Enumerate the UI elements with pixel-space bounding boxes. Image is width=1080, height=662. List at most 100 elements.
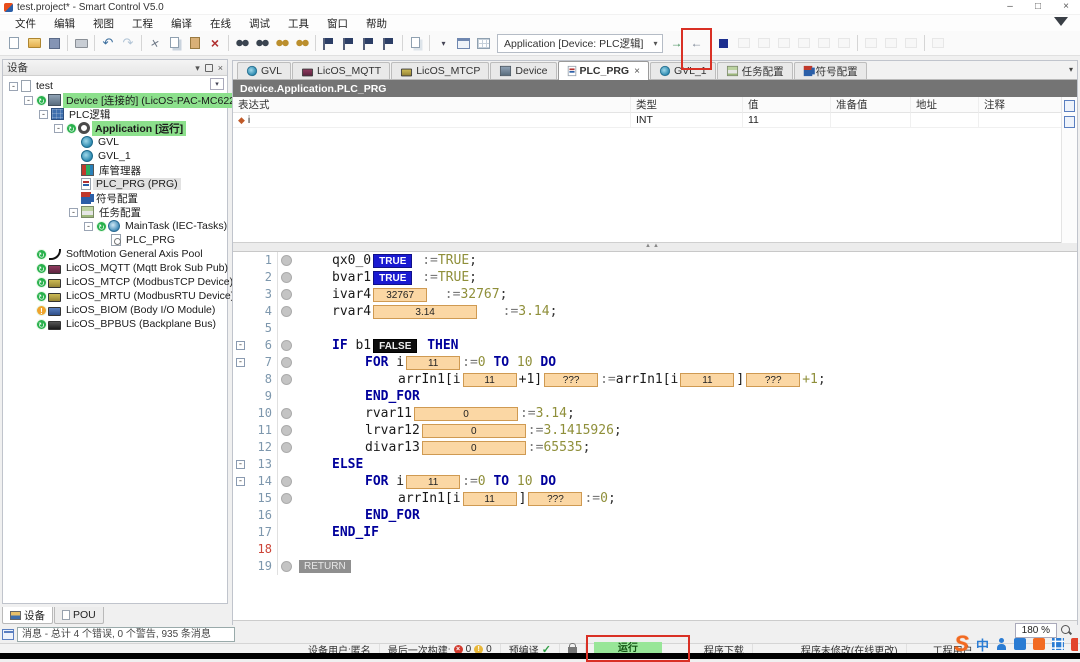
tree-item-Device[interactable]: Device [连接的] (LicOS-PAC-MC622)	[5, 93, 227, 107]
tab-close-icon[interactable]: ×	[634, 66, 640, 77]
code-line-1[interactable]: 1qx0_0TRUE :=TRUE;	[233, 252, 1077, 269]
menu-文件[interactable]: 文件	[6, 15, 45, 32]
inline-value-number[interactable]: 0	[414, 407, 518, 421]
code-line-18[interactable]: 18	[233, 541, 1077, 558]
inline-value-number[interactable]: 11	[680, 373, 734, 387]
tab-符号配置[interactable]: 符号配置	[794, 62, 867, 79]
fold-collapse-icon[interactable]	[236, 358, 245, 367]
collapse-icon[interactable]	[54, 124, 63, 133]
tab-Device[interactable]: Device	[490, 62, 556, 79]
step-out-icon[interactable]	[815, 34, 833, 52]
tree-item-PLC_PRG[interactable]: PLC_PRG (PRG)	[5, 177, 227, 191]
grid-view-icon[interactable]	[474, 34, 492, 52]
code-line-17[interactable]: 17END_IF	[233, 524, 1077, 541]
breakpoint-slot-icon[interactable]	[281, 255, 292, 266]
pou-dropdown-icon[interactable]	[434, 34, 452, 52]
breakpoint-slot-icon[interactable]	[281, 374, 292, 385]
tree-item-LicOS_MQTT[interactable]: LicOS_MQTT (Mqtt Brok Sub Pub)	[5, 261, 227, 275]
collapse-icon[interactable]	[24, 96, 33, 105]
menu-编译[interactable]: 编译	[162, 15, 201, 32]
code-line-11[interactable]: 11lrvar120:=3.1415926;	[233, 422, 1077, 439]
breakpoint-slot-icon[interactable]	[281, 340, 292, 351]
code-line-2[interactable]: 2bvar1TRUE :=TRUE;	[233, 269, 1077, 286]
menu-帮助[interactable]: 帮助	[357, 15, 396, 32]
bookmark-next-icon[interactable]	[340, 34, 358, 52]
inline-value-number[interactable]: 0	[422, 441, 526, 455]
menu-在线[interactable]: 在线	[201, 15, 240, 32]
code-line-8[interactable]: 8arrIn1[i11+1]???:=arrIn1[i11]???+1;	[233, 371, 1077, 388]
copy-icon[interactable]	[166, 34, 184, 52]
watch-cell[interactable]: ◆i	[233, 113, 631, 128]
stop-icon[interactable]	[715, 34, 733, 52]
tab-overflow-icon[interactable]: ▾	[1069, 65, 1073, 74]
step-into-icon[interactable]	[795, 34, 813, 52]
splitter[interactable]: ▲▲	[233, 243, 1077, 252]
bottom-tab-设备[interactable]: 设备	[2, 607, 53, 624]
code-line-7[interactable]: 7FOR i11:=0 TO 10 DO	[233, 354, 1077, 371]
tab-LicOS_MQTT[interactable]: LicOS_MQTT	[292, 62, 390, 79]
inline-value-number[interactable]: ???	[746, 373, 800, 387]
splitter-handle-icon[interactable]: ▲▲	[645, 243, 661, 249]
force-values-icon[interactable]	[902, 34, 920, 52]
tree-item-LicOS_BIOM[interactable]: LicOS_BIOM (Body I/O Module)	[5, 303, 227, 317]
multi-copy-icon[interactable]	[407, 34, 425, 52]
close-button[interactable]: ×	[1052, 0, 1080, 15]
pin-icon[interactable]	[205, 64, 213, 72]
tree-item-Application[interactable]: Application [运行]	[5, 121, 227, 135]
redo-icon[interactable]	[119, 34, 137, 52]
tab-LicOS_MTCP[interactable]: LicOS_MTCP	[391, 62, 489, 79]
inline-value-number[interactable]: 3.14	[373, 305, 477, 319]
inline-value-number[interactable]: 11	[406, 356, 460, 370]
tree-item-MainTask[interactable]: MainTask (IEC-Tasks)	[5, 219, 227, 233]
tray-grid-icon[interactable]	[1052, 638, 1064, 650]
inline-value-number[interactable]: 32767	[373, 288, 427, 302]
login-icon[interactable]	[668, 34, 686, 52]
tray-orange-app-icon[interactable]	[1033, 638, 1045, 650]
step-over-icon[interactable]	[775, 34, 793, 52]
paste-icon[interactable]	[186, 34, 204, 52]
tab-GVL_1[interactable]: GVL_1	[650, 62, 716, 79]
tray-app-logo-icon[interactable]: S	[954, 633, 969, 655]
tree-item-库管理器[interactable]: 库管理器	[5, 163, 227, 177]
fold-collapse-icon[interactable]	[236, 341, 245, 350]
inline-value-number[interactable]: 11	[406, 475, 460, 489]
breakpoint-slot-icon[interactable]	[281, 306, 292, 317]
ime-icon[interactable]: 中	[976, 635, 989, 654]
code-line-9[interactable]: 9END_FOR	[233, 388, 1077, 405]
watch-cell[interactable]	[831, 113, 911, 128]
tree-item-PLC逻辑[interactable]: PLC逻辑	[5, 107, 227, 121]
code-line-13[interactable]: 13ELSE	[233, 456, 1077, 473]
replace-icon[interactable]	[273, 34, 291, 52]
tray-user-icon[interactable]	[996, 638, 1007, 650]
tree-item-符号配置[interactable]: 符号配置	[5, 191, 227, 205]
tree-item-LicOS_MRTU[interactable]: LicOS_MRTU (ModbusRTU Device)	[5, 289, 227, 303]
cut-icon[interactable]	[146, 34, 164, 52]
print-icon[interactable]	[72, 34, 90, 52]
code-line-19[interactable]: 19RETURN	[233, 558, 1077, 575]
filter-icon[interactable]	[1054, 17, 1068, 26]
menu-工程[interactable]: 工程	[123, 15, 162, 32]
breakpoint-slot-icon[interactable]	[281, 493, 292, 504]
tree-item-LicOS_BPBUS[interactable]: LicOS_BPBUS (Backplane Bus)	[5, 317, 227, 331]
code-line-15[interactable]: 15arrIn1[i11]???:=0;	[233, 490, 1077, 507]
logout-icon[interactable]	[688, 34, 706, 52]
tree-item-SoftMotion[interactable]: SoftMotion General Axis Pool	[5, 247, 227, 261]
menu-调试[interactable]: 调试	[240, 15, 279, 32]
save-icon[interactable]	[45, 34, 63, 52]
code-line-4[interactable]: 4rvar43.14 :=3.14;	[233, 303, 1077, 320]
breakpoint-new-icon[interactable]	[755, 34, 773, 52]
breakpoint-slot-icon[interactable]	[281, 476, 292, 487]
new-frame-icon[interactable]	[454, 34, 472, 52]
menu-工具[interactable]: 工具	[279, 15, 318, 32]
maximize-button[interactable]: □	[1024, 0, 1052, 15]
tree-item-test[interactable]: test	[5, 79, 227, 93]
tree-item-GVL_1[interactable]: GVL_1	[5, 149, 227, 163]
open-project-icon[interactable]	[25, 34, 43, 52]
fold-collapse-icon[interactable]	[236, 477, 245, 486]
breakpoint-slot-icon[interactable]	[281, 357, 292, 368]
tree-item-GVL[interactable]: GVL	[5, 135, 227, 149]
code-line-6[interactable]: 6IF b1FALSE THEN	[233, 337, 1077, 354]
tray-blue-app-icon[interactable]	[1014, 638, 1026, 650]
panel-close-icon[interactable]: ×	[218, 63, 223, 73]
watch-cell[interactable]: INT	[631, 113, 743, 128]
